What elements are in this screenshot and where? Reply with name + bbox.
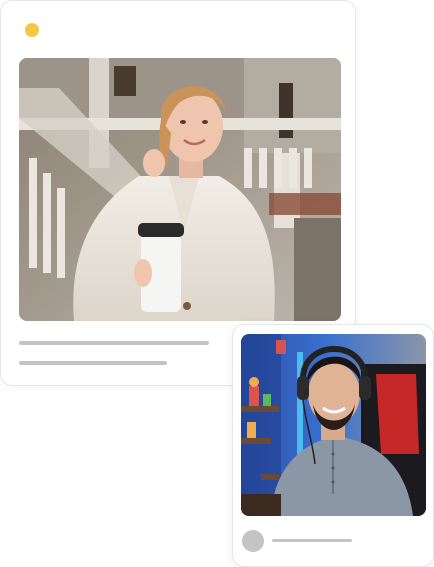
post-image[interactable] [19,58,341,321]
profile-image[interactable] [241,334,426,516]
woman-with-coffee-photo [19,58,341,321]
profile-card[interactable] [232,324,434,567]
status-dot [25,23,39,37]
avatar[interactable] [242,530,264,552]
profile-name-line [272,539,352,542]
feed-stage [0,0,434,567]
post-text-line [19,361,167,365]
post-text-line [19,341,209,345]
man-with-headset-photo [241,334,426,516]
